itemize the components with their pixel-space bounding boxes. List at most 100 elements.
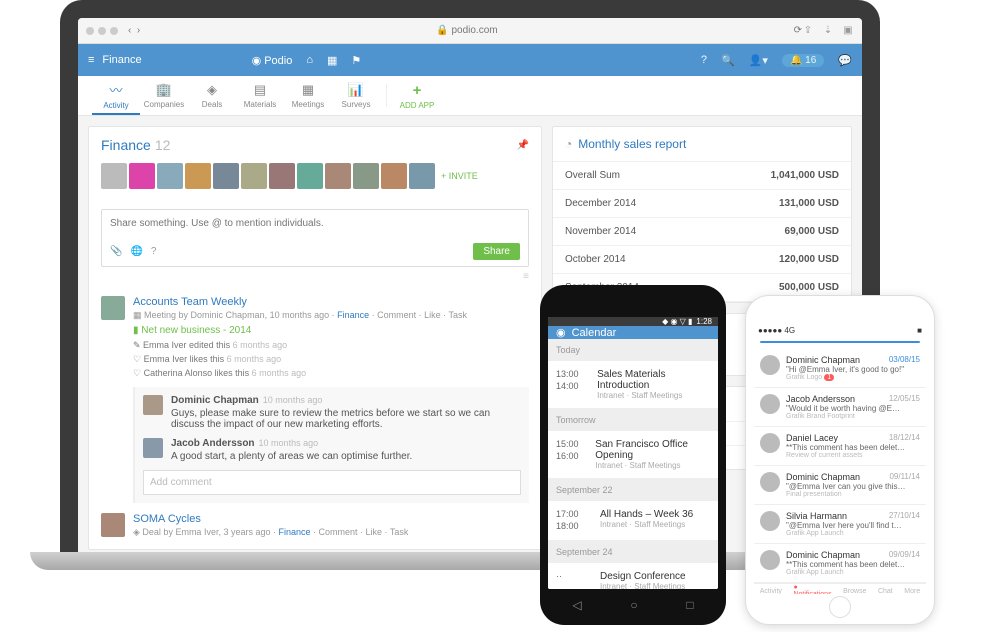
segmented-control[interactable]: All @Me Unread ••• (760, 341, 920, 343)
invite-button[interactable]: + INVITE (441, 171, 478, 181)
tab-notifications[interactable]: ●Notifications (793, 584, 831, 594)
tab-meetings[interactable]: ▦Meetings (284, 76, 332, 115)
report-row[interactable]: December 2014131,000 USD (553, 190, 851, 218)
report-row[interactable]: October 2014120,000 USD (553, 246, 851, 274)
avatar (760, 355, 780, 375)
post-subtitle[interactable]: ▮ Net new business - 2014 (133, 325, 529, 336)
workspace-title[interactable]: Finance (101, 137, 151, 153)
notification-item[interactable]: Silvia Harmann27/10/14"@Emma Iver here y… (754, 505, 926, 544)
notification-item[interactable]: Dominic Chapman09/11/14"@Emma Iver can y… (754, 466, 926, 505)
tab-companies[interactable]: 🏢Companies (140, 76, 188, 115)
share-icon[interactable]: ⇪ (802, 25, 814, 36)
seg-unread[interactable]: Unread (853, 342, 899, 343)
report-row[interactable]: November 201469,000 USD (553, 218, 851, 246)
deals-icon: ◈ (207, 82, 217, 98)
avatar (760, 550, 780, 570)
avatar[interactable] (143, 395, 163, 415)
comment-author[interactable]: Dominic Chapman (171, 395, 259, 406)
search-icon[interactable]: 🔍 (721, 54, 735, 67)
android-statusbar: ◆ ◉ ▽ ▮1:28 (548, 317, 718, 326)
feed-menu-icon[interactable]: ≡ (89, 267, 541, 286)
android-appbar: ◉ Calendar (548, 326, 718, 339)
tab-chat[interactable]: Chat (878, 588, 893, 595)
avatar[interactable] (101, 296, 125, 320)
notification-item[interactable]: Dominic Chapman03/08/15"Hi @Emma Iver, i… (754, 349, 926, 388)
post-title[interactable]: Accounts Team Weekly (133, 296, 529, 308)
member-avatars: + INVITE (89, 163, 541, 199)
android-navbar: ◁ ○ □ (548, 593, 718, 617)
companies-icon: 🏢 (156, 82, 172, 98)
avatar[interactable] (101, 513, 125, 537)
comment: Jacob Andersson10 months ago A good star… (143, 438, 521, 462)
tab-browse[interactable]: Browse (843, 588, 866, 595)
avatar[interactable] (409, 163, 435, 189)
app-tabs: 〰Activity 🏢Companies ◈Deals ▤Materials ▦… (78, 76, 862, 116)
download-icon[interactable]: ⇣ (822, 25, 834, 36)
notification-badge[interactable]: 🔔 16 (782, 54, 824, 67)
attach-icon[interactable]: 📎 (110, 246, 122, 257)
avatar[interactable] (241, 163, 267, 189)
plus-icon: + (413, 82, 422, 99)
day-header: Tomorrow (548, 409, 718, 431)
left-column: Finance 12 📌 + INVITE 📎 🌐 ? (88, 126, 542, 550)
share-input[interactable] (102, 210, 528, 237)
tab-activity[interactable]: 〰Activity (92, 76, 140, 115)
reload-icon[interactable]: ⟳ (794, 25, 802, 36)
tasks-icon[interactable]: ⚑ (351, 54, 361, 67)
pin-icon[interactable]: 📌 (517, 140, 529, 151)
tabs-icon[interactable]: ▣ (842, 25, 854, 36)
avatar[interactable] (325, 163, 351, 189)
report-title[interactable]: Monthly sales report (578, 137, 686, 151)
home-icon[interactable]: ⌂ (306, 54, 313, 66)
meetings-icon: ▦ (302, 82, 314, 98)
report-row[interactable]: Overall Sum1,041,000 USD (553, 162, 851, 190)
seg-all[interactable]: All (761, 342, 807, 343)
avatar[interactable] (213, 163, 239, 189)
day-header: September 24 (548, 541, 718, 563)
avatar[interactable] (353, 163, 379, 189)
add-comment-input[interactable]: Add comment (143, 470, 521, 495)
home-button[interactable] (829, 596, 851, 618)
activity-icon: 〰 (109, 80, 122, 99)
menu-icon[interactable]: ≡ (88, 54, 94, 66)
help-icon[interactable]: ? (701, 54, 707, 66)
brand-logo[interactable]: ◉ Podio (252, 54, 293, 67)
tab-more[interactable]: More (904, 588, 920, 595)
podio-icon[interactable]: ◉ (556, 326, 566, 339)
avatar[interactable] (157, 163, 183, 189)
share-box: 📎 🌐 ? Share (101, 209, 529, 267)
avatar[interactable] (269, 163, 295, 189)
home-icon[interactable]: ○ (630, 598, 637, 612)
tab-surveys[interactable]: 📊Surveys (332, 76, 380, 115)
comment-author[interactable]: Jacob Andersson (171, 438, 255, 449)
avatar[interactable] (185, 163, 211, 189)
avatar[interactable] (129, 163, 155, 189)
calendar-icon[interactable]: ▦ (327, 54, 337, 67)
recent-icon[interactable]: □ (686, 598, 693, 612)
question-icon[interactable]: ? (151, 246, 157, 257)
tab-activity[interactable]: Activity (760, 588, 782, 595)
notification-item[interactable]: Dominic Chapman09/09/14**This comment ha… (754, 544, 926, 583)
tab-deals[interactable]: ◈Deals (188, 76, 236, 115)
workspace-name[interactable]: Finance (102, 54, 141, 66)
tab-add-app[interactable]: +ADD APP (393, 76, 441, 115)
avatar[interactable] (101, 163, 127, 189)
chat-icon[interactable]: 💬 (838, 54, 852, 67)
calendar-event[interactable]: 15:0016:00San Francisco Office OpeningIn… (548, 431, 718, 479)
notification-item[interactable]: Daniel Lacey18/12/14**This comment has b… (754, 427, 926, 466)
more-icon[interactable]: ••• (899, 342, 919, 343)
avatar[interactable] (381, 163, 407, 189)
calendar-event[interactable]: ··Design ConferenceIntranet · Staff Meet… (548, 563, 718, 589)
avatar[interactable] (297, 163, 323, 189)
calendar-event[interactable]: 17:0018:00All Hands – Week 36Intranet · … (548, 501, 718, 541)
calendar-event[interactable]: 13:0014:00Sales Materials IntroductionIn… (548, 361, 718, 409)
notification-item[interactable]: Jacob Andersson12/05/15"Would it be wort… (754, 388, 926, 427)
seg-me[interactable]: @Me (807, 342, 853, 343)
tab-materials[interactable]: ▤Materials (236, 76, 284, 115)
post-title[interactable]: SOMA Cycles (133, 513, 529, 525)
share-button[interactable]: Share (473, 243, 520, 260)
user-icon[interactable]: 👤▾ (749, 54, 768, 67)
globe-icon[interactable]: 🌐 (130, 246, 142, 257)
back-icon[interactable]: ◁ (572, 598, 581, 612)
avatar[interactable] (143, 438, 163, 458)
